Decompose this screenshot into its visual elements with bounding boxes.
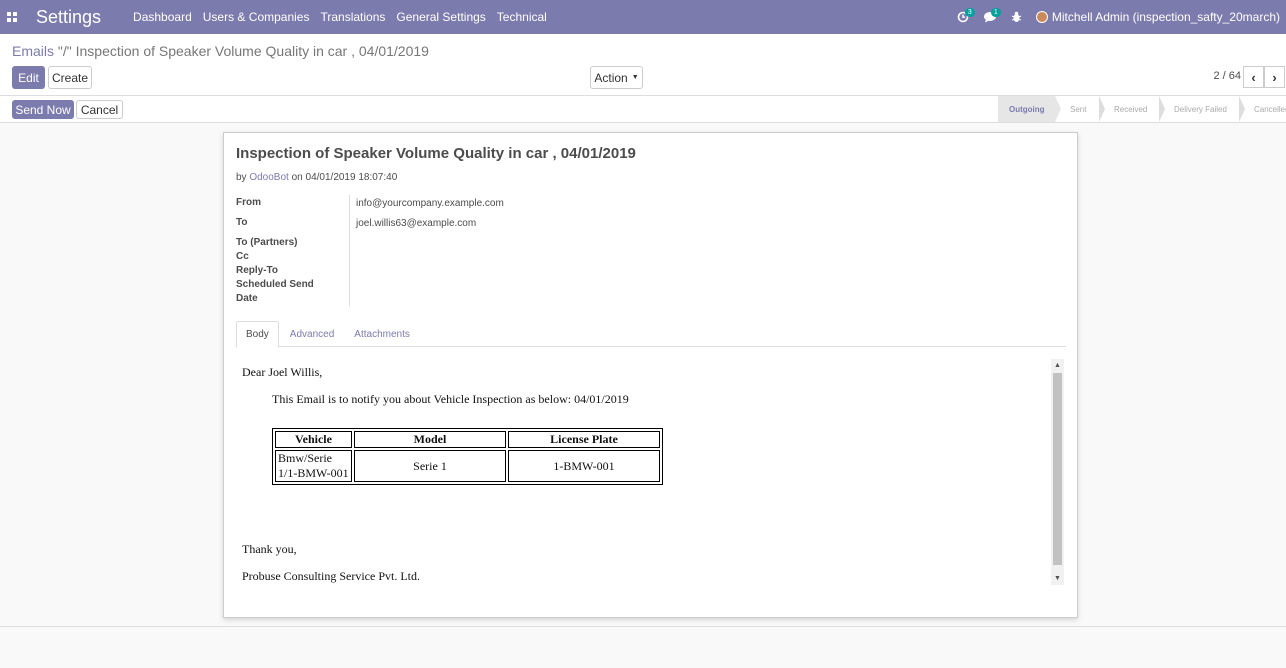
activities-badge: 3 (964, 8, 975, 17)
to-partners-label: To (Partners) (236, 237, 298, 248)
body-intro: This Email is to notify you about Vehicl… (272, 392, 629, 406)
chevron-right-icon: › (1272, 69, 1277, 85)
main-menu: Dashboard Users & Companies Translations… (133, 10, 558, 24)
cell-vehicle-line2: 1/1-BMW-001 (278, 466, 349, 480)
cancel-button[interactable]: Cancel (76, 100, 123, 119)
body-company: Probuse Consulting Service Pvt. Ltd. (242, 569, 420, 583)
edit-button[interactable]: Edit (12, 66, 45, 89)
stage-sent[interactable]: Sent (1055, 96, 1105, 122)
table-row: Bmw/Serie 1/1-BMW-001 Serie 1 1-BMW-001 (275, 450, 660, 482)
mail-date: on 04/01/2019 18:07:40 (291, 172, 398, 183)
stage-outgoing[interactable]: Outgoing (998, 96, 1061, 122)
action-dropdown[interactable]: Action ▼ (590, 66, 643, 89)
breadcrumb-separator: "/" (54, 43, 76, 59)
stage-delivery-failed[interactable]: Delivery Failed (1159, 96, 1245, 122)
debug-menu[interactable] (1011, 0, 1022, 34)
tab-advanced[interactable]: Advanced (281, 321, 343, 347)
menu-technical[interactable]: Technical (497, 10, 547, 24)
menu-translations[interactable]: Translations (320, 10, 385, 24)
header-vehicle: Vehicle (275, 431, 352, 448)
breadcrumb-emails-link[interactable]: Emails (12, 43, 54, 59)
from-label: From (236, 197, 261, 208)
user-name: Mitchell Admin (inspection_safty_20march… (1051, 10, 1280, 24)
author-link[interactable]: OdooBot (249, 172, 288, 183)
bug-icon (1011, 11, 1022, 22)
mail-meta: by OdooBot on 04/01/2019 18:07:40 (236, 172, 397, 183)
send-now-button[interactable]: Send Now (12, 100, 74, 119)
scheduled-send-label: Scheduled Send (236, 279, 314, 290)
reply-to-label: Reply-To (236, 265, 279, 276)
apps-icon[interactable] (0, 0, 24, 34)
header-model: Model (354, 431, 506, 448)
mail-subject: Inspection of Speaker Volume Quality in … (236, 145, 636, 162)
chevron-left-icon: ‹ (1251, 69, 1256, 85)
date-label: Date (236, 293, 258, 304)
cell-license-plate: 1-BMW-001 (508, 450, 660, 482)
tab-attachments[interactable]: Attachments (345, 321, 419, 347)
mail-sheet: Inspection of Speaker Volume Quality in … (223, 132, 1078, 618)
statusbar: Send Now Cancel Outgoing Sent Received D… (0, 96, 1286, 123)
messages-menu[interactable]: 1 (983, 0, 1001, 34)
menu-general-settings[interactable]: General Settings (396, 10, 485, 24)
cell-model: Serie 1 (354, 450, 506, 482)
cell-vehicle: Bmw/Serie 1/1-BMW-001 (275, 450, 352, 482)
pager-next-button[interactable]: › (1264, 66, 1285, 88)
stage-bar: Outgoing Sent Received Delivery Failed C… (998, 96, 1286, 122)
header-license-plate: License Plate (508, 431, 660, 448)
cell-vehicle-line1: Bmw/Serie (278, 451, 332, 465)
stage-cancelled[interactable]: Cancelled (1239, 96, 1286, 122)
scroll-up-arrow-icon[interactable]: ▲ (1051, 359, 1064, 372)
scroll-thumb[interactable] (1053, 373, 1062, 565)
control-panel: Emails "/" Inspection of Speaker Volume … (0, 34, 1286, 96)
action-label: Action (594, 70, 628, 85)
messages-badge: 1 (990, 8, 1001, 17)
table-header-row: Vehicle Model License Plate (275, 431, 660, 448)
app-title: Settings (36, 6, 102, 27)
scroll-down-arrow-icon[interactable]: ▼ (1051, 572, 1064, 585)
body-thanks: Thank you, (242, 542, 297, 556)
notebook-tabs: Body Advanced Attachments (236, 321, 1066, 348)
mail-body: Dear Joel Willis, This Email is to notif… (236, 359, 1066, 585)
to-value: joel.willis63@example.com (356, 218, 477, 229)
pager-previous-button[interactable]: ‹ (1243, 66, 1264, 88)
pager-value[interactable]: 2 / 64 (1213, 70, 1241, 82)
from-value: info@yourcompany.example.com (356, 198, 504, 209)
systray: 3 1 Mitchell Admin (inspection_safty_20m… (957, 0, 1286, 34)
body-scrollbar[interactable]: ▲ ▼ (1051, 359, 1064, 585)
stage-received[interactable]: Received (1099, 96, 1165, 122)
by-prefix: by (236, 172, 247, 183)
vehicle-table: Vehicle Model License Plate Bmw/Serie 1/… (272, 428, 663, 485)
top-navbar: Settings Dashboard Users & Companies Tra… (0, 0, 1286, 34)
tab-body[interactable]: Body (236, 321, 279, 348)
activities-menu[interactable]: 3 (957, 0, 975, 34)
cc-label: Cc (236, 251, 249, 262)
user-menu[interactable]: Mitchell Admin (inspection_safty_20march… (1035, 10, 1280, 24)
caret-down-icon: ▼ (631, 74, 639, 81)
body-greeting: Dear Joel Willis, (242, 365, 323, 379)
to-label: To (236, 217, 248, 228)
breadcrumb-current: Inspection of Speaker Volume Quality in … (75, 43, 429, 59)
avatar (1035, 11, 1048, 23)
create-button[interactable]: Create (48, 66, 92, 89)
page-footer (0, 627, 1286, 668)
field-divider (349, 195, 350, 306)
menu-dashboard[interactable]: Dashboard (133, 10, 192, 24)
breadcrumb: Emails "/" Inspection of Speaker Volume … (12, 43, 429, 59)
menu-users-companies[interactable]: Users & Companies (203, 10, 310, 24)
